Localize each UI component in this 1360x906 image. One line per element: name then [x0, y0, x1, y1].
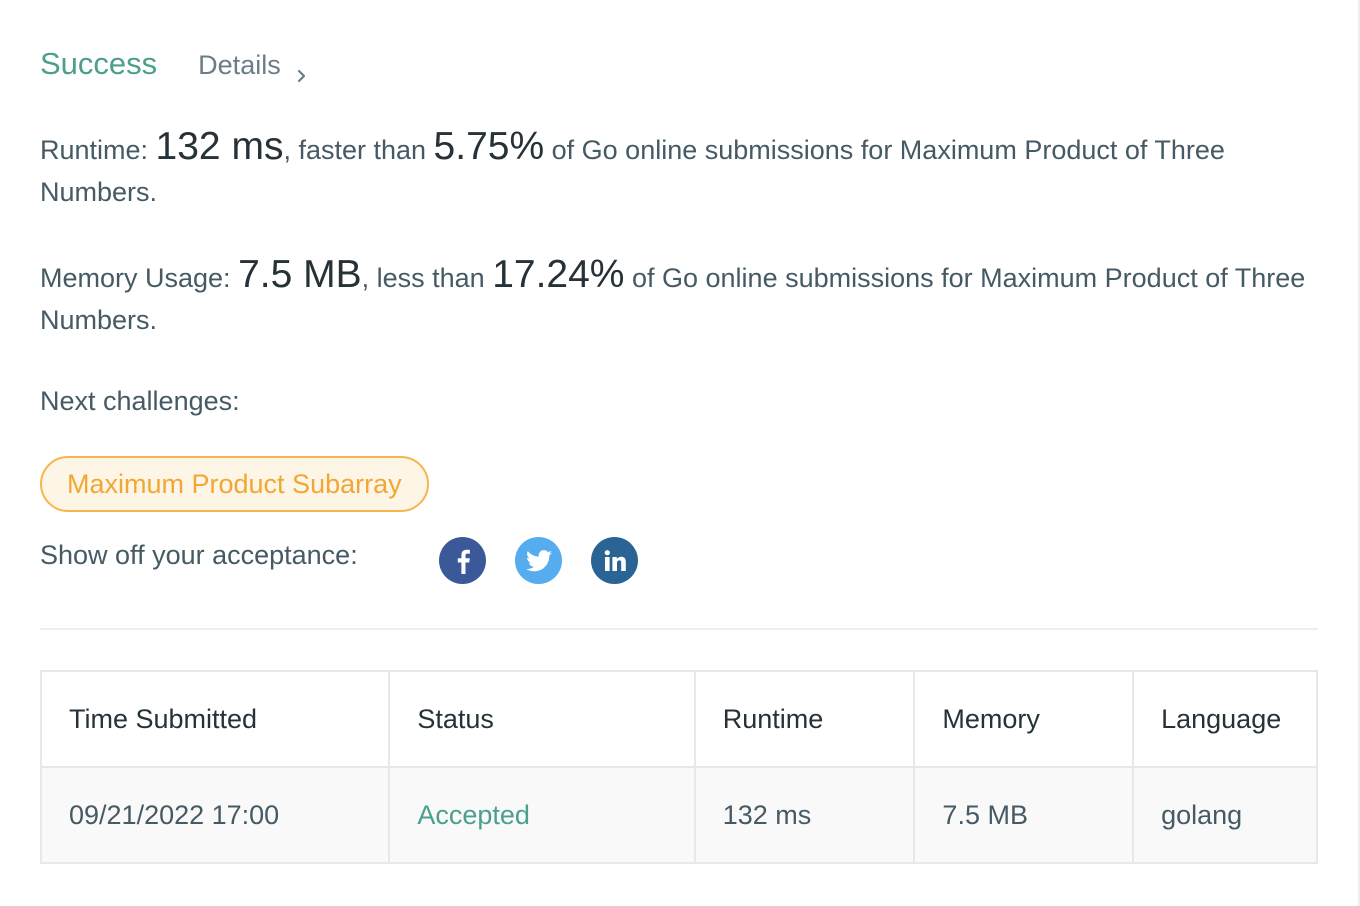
memory-label: Memory Usage:: [40, 263, 239, 293]
table-row: 09/21/2022 17:00 Accepted 132 ms 7.5 MB …: [39, 766, 1318, 864]
cell-memory: 7.5 MB: [913, 766, 1135, 864]
column-header-status: Status: [388, 670, 696, 768]
linkedin-share-button[interactable]: [591, 537, 638, 584]
twitter-icon: [525, 549, 552, 571]
divider: [40, 628, 1318, 630]
column-header-time-submitted: Time Submitted: [39, 670, 391, 768]
cell-status: Accepted: [388, 766, 696, 864]
table-header-row: Time Submitted Status Runtime Memory Lan…: [39, 670, 1318, 768]
runtime-value: 132 ms: [155, 125, 284, 168]
runtime-summary: Runtime: 132 ms, faster than 5.75% of Go…: [40, 126, 1320, 213]
memory-value: 7.5 MB: [238, 253, 362, 296]
status-accepted-link[interactable]: Accepted: [417, 800, 530, 830]
facebook-icon: [457, 549, 470, 574]
next-challenges-label: Next challenges:: [40, 386, 240, 416]
runtime-label: Runtime:: [40, 135, 156, 165]
share-label: Show off your acceptance:: [40, 540, 358, 570]
memory-summary: Memory Usage: 7.5 MB, less than 17.24% o…: [40, 254, 1320, 341]
result-header: Success Details: [40, 46, 309, 82]
column-header-memory: Memory: [913, 670, 1135, 768]
column-header-language: Language: [1132, 670, 1318, 768]
cell-runtime: 132 ms: [693, 766, 916, 864]
column-header-runtime: Runtime: [693, 670, 916, 768]
linkedin-icon: [604, 549, 626, 571]
facebook-share-button[interactable]: [439, 537, 486, 584]
chevron-right-icon: [295, 59, 309, 82]
runtime-percent: 5.75%: [433, 125, 545, 168]
challenge-tag-maximum-product-subarray[interactable]: Maximum Product Subarray: [40, 456, 429, 512]
submission-result-page: Success Details Runtime: 132 ms, faster …: [0, 0, 1360, 906]
runtime-mid: , faster than: [283, 135, 434, 165]
cell-language: golang: [1132, 766, 1318, 864]
details-label: Details: [198, 50, 281, 80]
memory-mid: , less than: [361, 263, 493, 293]
memory-percent: 17.24%: [492, 253, 625, 296]
submissions-table: Time Submitted Status Runtime Memory Lan…: [39, 670, 1318, 864]
cell-time-submitted: 09/21/2022 17:00: [39, 766, 391, 864]
result-status: Success: [40, 46, 158, 81]
details-link[interactable]: Details: [198, 50, 309, 82]
twitter-share-button[interactable]: [515, 537, 562, 584]
